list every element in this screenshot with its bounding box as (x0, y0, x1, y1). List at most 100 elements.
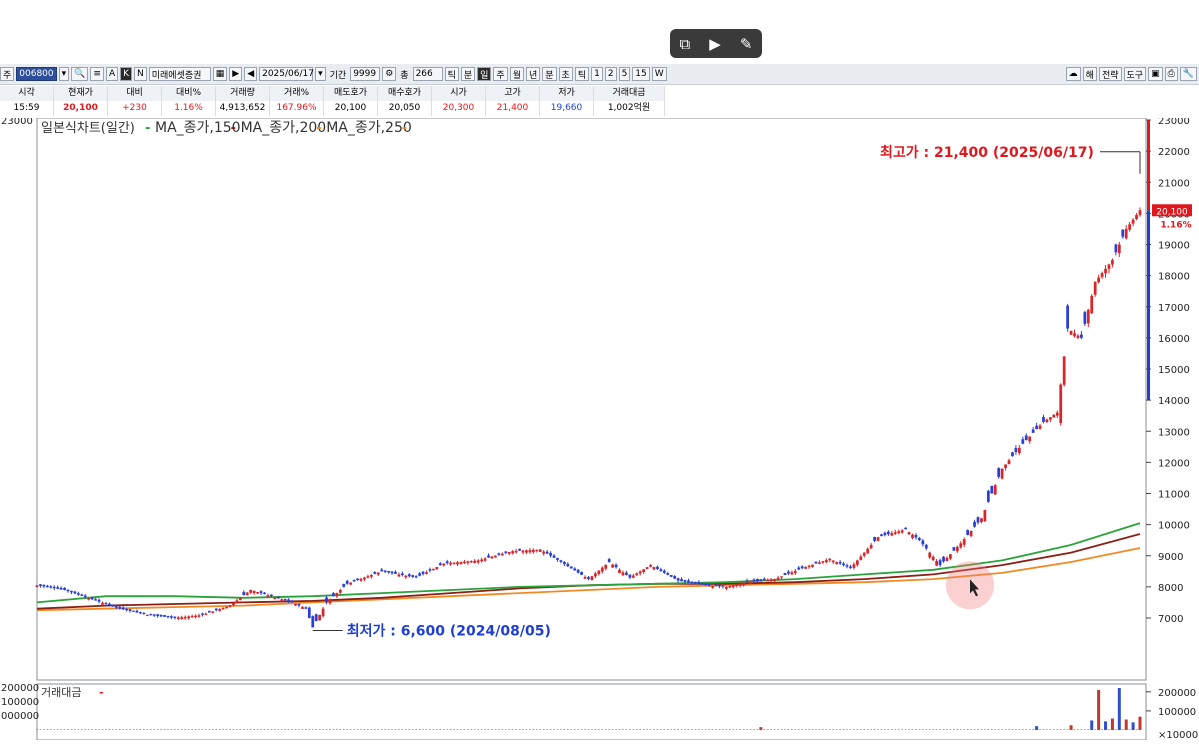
volume-bar (980, 729, 983, 730)
volume-bar (739, 729, 741, 730)
a-button[interactable]: A (105, 67, 119, 81)
volume-bar (112, 729, 114, 730)
cloud-icon[interactable]: ☁ (1065, 67, 1081, 81)
interval-5[interactable]: 5 (618, 67, 631, 81)
volume-bar (46, 729, 49, 730)
interval-2[interactable]: 2 (604, 67, 617, 81)
candle-body (480, 559, 484, 562)
dropdown-icon[interactable]: ▾ (58, 67, 70, 81)
play-icon[interactable]: ▶ (229, 67, 243, 81)
volume-bar (594, 729, 597, 730)
chart-area[interactable]: 7000 8000 9000 10000 11000 12000 13000 14000 150… (0, 116, 1199, 741)
volume-bar (143, 729, 145, 730)
candle-body (511, 551, 515, 554)
candle-body (666, 572, 670, 575)
date-input[interactable]: 2025/06/17 (259, 67, 314, 81)
interval-min2[interactable]: 분 (542, 67, 557, 81)
candle-body (693, 582, 697, 584)
menu-icon[interactable]: ≡ (90, 67, 104, 81)
interval-15[interactable]: 15 (632, 67, 650, 81)
interval-tick2[interactable]: 틱 (574, 67, 590, 81)
candle-body (518, 548, 521, 551)
candle-body (338, 589, 342, 593)
volume-bar (77, 729, 80, 730)
info-value-11: 1,002억원 (594, 101, 665, 116)
candle-body (997, 468, 1001, 477)
candle-body (1124, 228, 1128, 239)
candle-body (924, 544, 928, 549)
candle-body (800, 566, 804, 569)
candle-body (318, 614, 322, 621)
volume-spike (1035, 726, 1039, 730)
info-header-0: 시각 (0, 86, 54, 101)
info-header-4: 거래량 (216, 86, 270, 101)
sea-button[interactable]: 해 (1082, 67, 1097, 81)
print-icon[interactable]: ⎙ (1164, 67, 1178, 81)
video-capture-icon[interactable]: ▶ (709, 35, 721, 53)
wrench-icon[interactable]: 🔧 (1179, 67, 1197, 81)
volume-bar (939, 729, 941, 730)
candle-body (170, 616, 173, 618)
volume-bar (546, 729, 548, 730)
volume-bar (491, 729, 493, 730)
search-icon[interactable]: 🔍 (71, 67, 89, 81)
volume-bar (456, 729, 459, 730)
interval-minute[interactable]: 분 (460, 67, 476, 81)
volume-bar (287, 729, 290, 730)
volume-bar (622, 729, 624, 730)
grid-icon[interactable]: ▦ (212, 67, 228, 81)
strategy-button[interactable]: 전략 (1098, 67, 1122, 81)
candle-body (538, 549, 542, 552)
candle-body (483, 558, 487, 561)
interval-month[interactable]: 월 (509, 67, 524, 81)
settings-icon[interactable]: ⚙ (382, 67, 397, 81)
info-header-9: 고가 (486, 86, 540, 101)
candle-body (283, 598, 287, 601)
tools-button[interactable]: 도구 (1123, 67, 1147, 81)
screen-capture-icon[interactable]: ⧉ (680, 35, 691, 53)
candle-body (42, 584, 46, 587)
candle-body (859, 556, 863, 560)
save-icon[interactable]: ▣ (1148, 67, 1163, 81)
interval-1[interactable]: 1 (591, 67, 603, 81)
candle-body (824, 560, 828, 563)
count-input[interactable]: 266 (412, 67, 443, 81)
interval-w[interactable]: W (651, 67, 667, 81)
candle-body (1052, 414, 1056, 418)
candle-body (1007, 460, 1011, 465)
candle-body (221, 607, 225, 610)
volume-bar (215, 729, 218, 730)
volume-bar (553, 729, 555, 730)
candle-body (225, 606, 228, 609)
candle-body (814, 561, 818, 564)
price-chart-svg[interactable]: 7000 8000 9000 10000 11000 12000 13000 14000 150… (0, 116, 1199, 741)
volume-bar (942, 729, 945, 730)
volume-bar (39, 729, 42, 730)
stock-code-input[interactable]: 006800 (16, 67, 57, 81)
volume-bar (1094, 729, 1096, 730)
volume-bar (708, 729, 710, 730)
volume-bar (894, 729, 897, 730)
interval-day[interactable]: 일 (477, 67, 492, 81)
info-value-4: 4,913,652 (216, 101, 270, 116)
note-icon[interactable]: ✎ (740, 35, 753, 53)
period-input[interactable]: 9999 (350, 67, 381, 81)
n-button[interactable]: N (134, 67, 147, 81)
capture-controls[interactable]: ⧉ ▶ ✎ (670, 29, 762, 58)
candle-body (311, 616, 315, 628)
candle-body (766, 579, 770, 582)
k-button[interactable]: K (120, 67, 133, 81)
interval-week[interactable]: 주 (493, 67, 508, 81)
interval-year[interactable]: 년 (525, 67, 541, 81)
calendar-icon[interactable]: ▾ (315, 67, 326, 81)
back-icon[interactable]: ◀ (244, 67, 258, 81)
volume-bar (742, 729, 745, 730)
volume-spike (1069, 725, 1073, 730)
interval-tick[interactable]: 틱 (444, 67, 459, 81)
candle-body (314, 614, 318, 622)
candle-body (114, 606, 118, 608)
volume-bar (653, 729, 655, 730)
interval-sec[interactable]: 초 (558, 67, 573, 81)
volume-bar (322, 729, 324, 730)
company-name-field[interactable]: 미래에셋증권 (148, 67, 211, 81)
